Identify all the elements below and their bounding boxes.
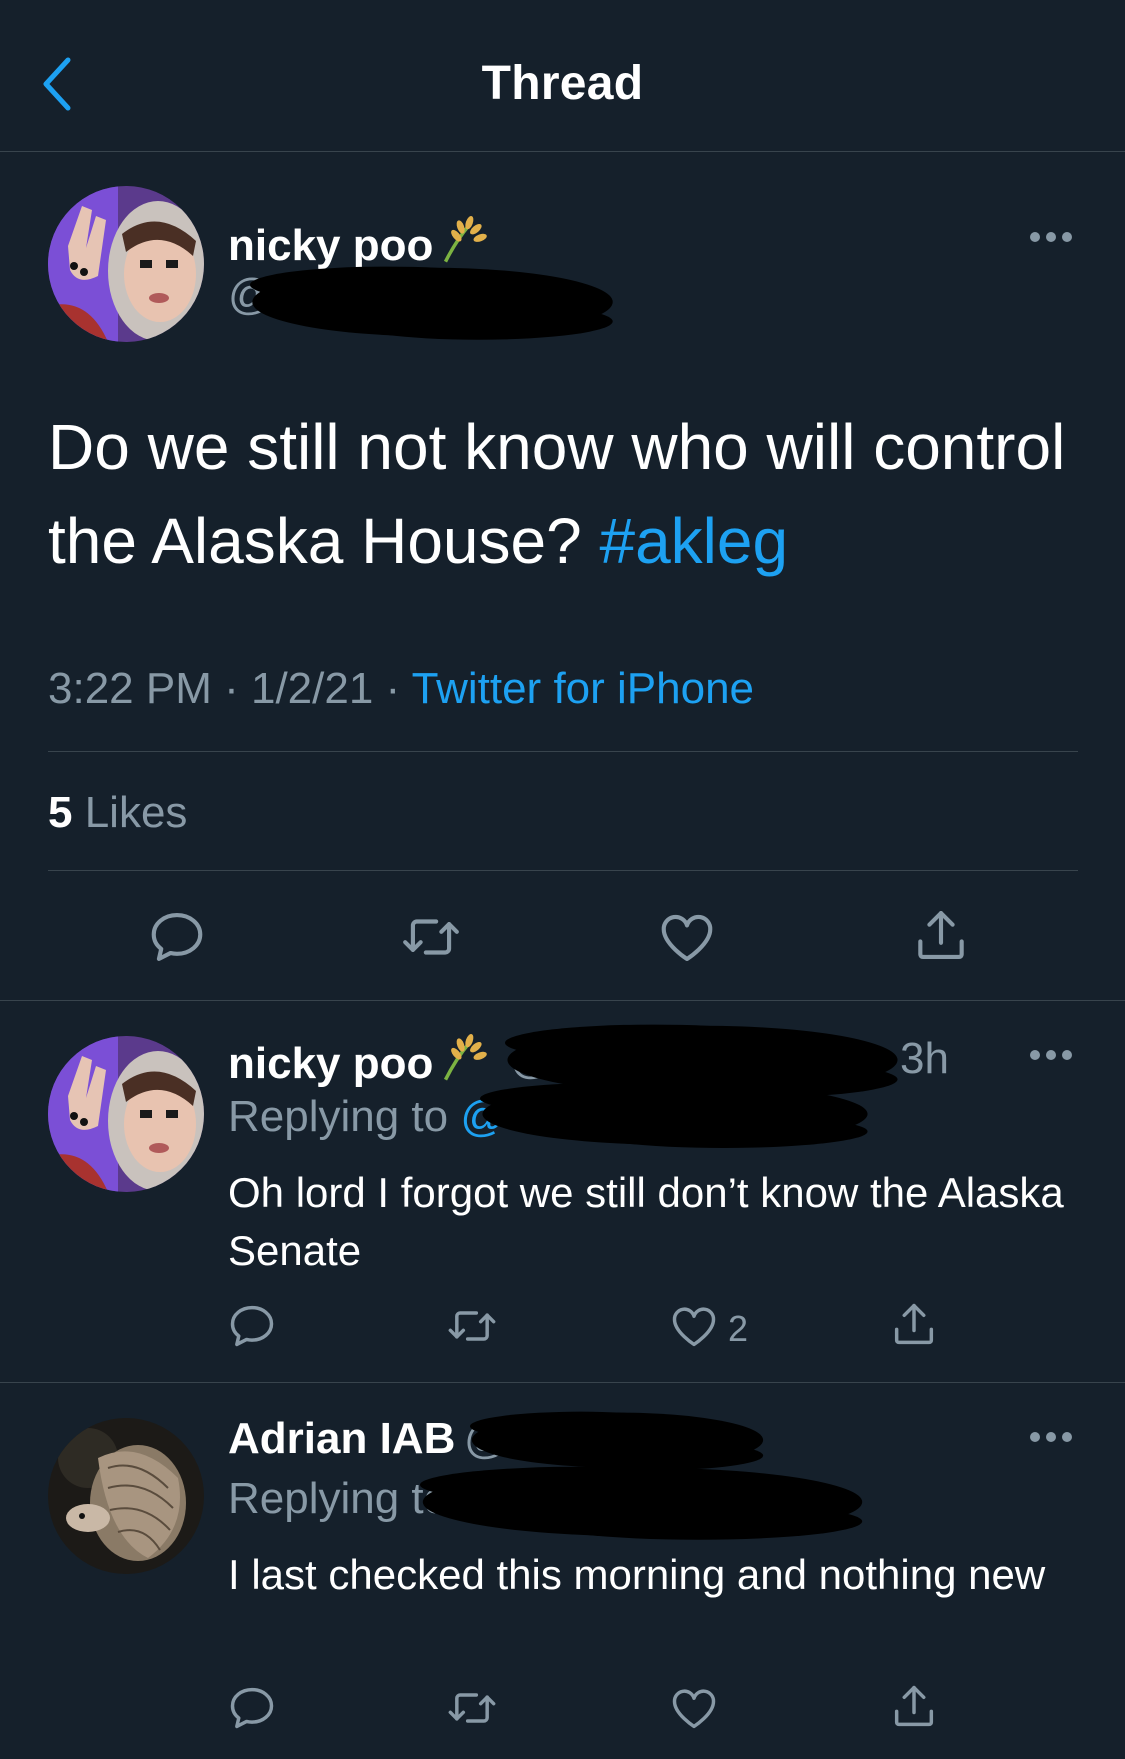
top-bar: Thread [0, 0, 1125, 152]
like-button[interactable] [656, 906, 718, 968]
reply-icon [146, 906, 208, 968]
like-count: 2 [728, 1308, 749, 1349]
likes-count: 5 [48, 788, 73, 837]
divider [48, 751, 1078, 752]
more-icon[interactable] [1030, 1050, 1074, 1062]
more-icon[interactable] [1030, 1432, 1074, 1444]
avatar[interactable] [48, 1418, 204, 1574]
reply-icon [226, 1300, 278, 1352]
share-button[interactable] [888, 1680, 940, 1732]
more-icon[interactable] [1030, 232, 1074, 244]
meta-separator: · [373, 664, 412, 713]
author-name-text: nicky poo [228, 1039, 434, 1088]
likes-summary[interactable]: 5 Likes [48, 788, 187, 838]
redaction-scribble [480, 1078, 870, 1155]
page-title: Thread [481, 57, 644, 110]
like-icon [668, 1682, 720, 1734]
divider [48, 870, 1078, 871]
author-name[interactable]: nicky poo [228, 1032, 491, 1095]
replying-to: Replying to @ [228, 1092, 505, 1142]
like-icon [656, 906, 718, 968]
tweet-text: Do we still not know who will control th… [48, 400, 1088, 588]
retweet-icon [400, 906, 462, 968]
retweet-button[interactable] [400, 906, 462, 968]
reply-text: Oh lord I forgot we still don’t know the… [228, 1169, 1064, 1274]
replying-label: Replying to [228, 1092, 461, 1141]
reply-button[interactable] [146, 906, 208, 968]
retweet-button[interactable] [446, 1300, 498, 1352]
share-icon [888, 1298, 940, 1350]
tweet-time: 3h [900, 1034, 949, 1083]
like-button[interactable] [668, 1682, 720, 1734]
tweet-date: 1/2/21 [250, 664, 374, 713]
share-icon [910, 904, 972, 966]
redaction-scribble [420, 1462, 865, 1547]
author-name[interactable]: Adrian IAB [228, 1414, 455, 1464]
reply-button[interactable] [226, 1682, 278, 1734]
reply-text: I last checked this morning and nothing … [228, 1551, 1046, 1598]
like-icon [668, 1300, 720, 1352]
retweet-icon [446, 1682, 498, 1734]
divider [0, 1382, 1125, 1383]
reply-button[interactable] [226, 1300, 278, 1352]
retweet-icon [446, 1300, 498, 1352]
tweet-time: 3:22 PM [48, 664, 212, 713]
likes-label: Likes [72, 788, 188, 837]
hashtag-link[interactable]: #akleg [599, 505, 788, 577]
source-link[interactable]: Twitter for iPhone [412, 664, 754, 713]
tweet-body: Do we still not know who will control th… [48, 411, 1066, 577]
share-button[interactable] [888, 1298, 940, 1350]
avatar[interactable] [48, 186, 204, 342]
like-button[interactable] [668, 1300, 720, 1352]
share-icon [888, 1680, 940, 1732]
tweet-meta: 3:22 PM · 1/2/21 · Twitter for iPhone [48, 664, 754, 714]
meta-separator: · [211, 664, 251, 713]
reply-icon [226, 1682, 278, 1734]
share-button[interactable] [910, 904, 972, 966]
redaction-scribble [250, 262, 615, 347]
divider [0, 1000, 1125, 1001]
avatar[interactable] [48, 1036, 204, 1192]
retweet-button[interactable] [446, 1682, 498, 1734]
